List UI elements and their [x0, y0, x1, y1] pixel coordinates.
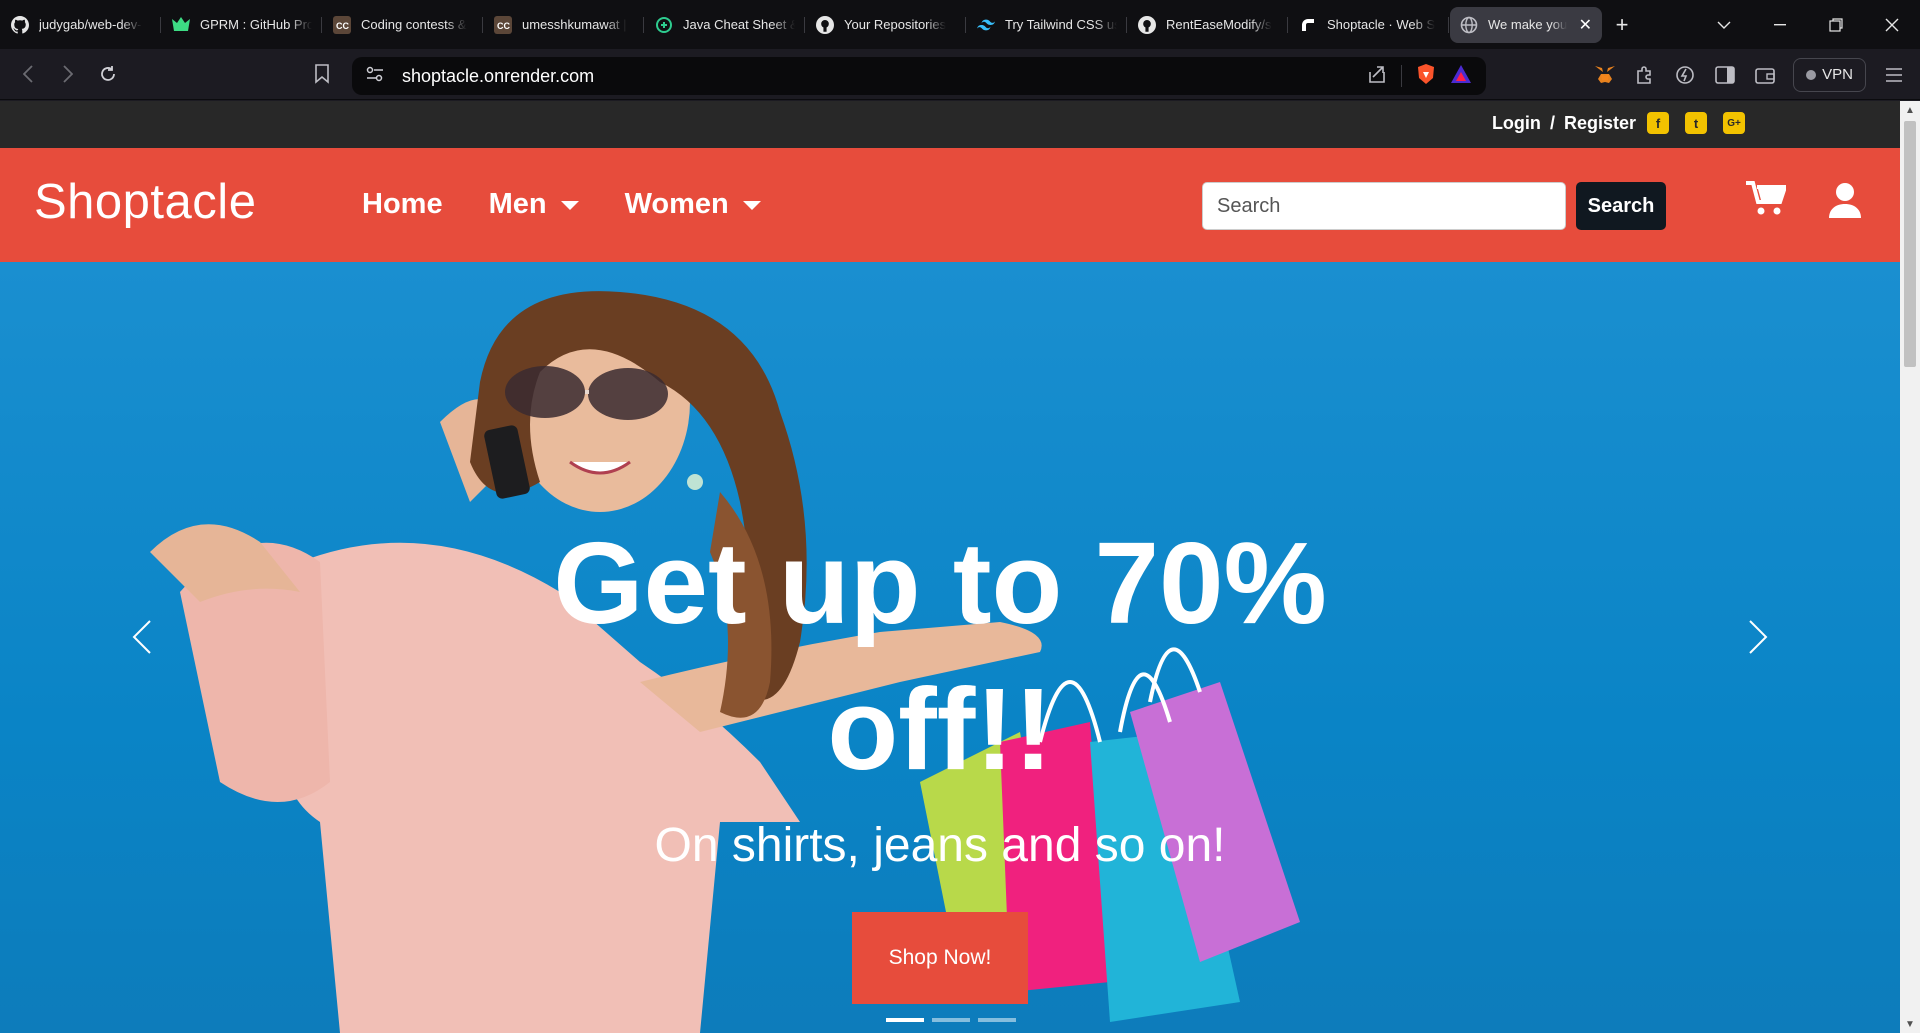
browser-tab[interactable]: Your Repositories [806, 7, 966, 43]
svg-text:CC: CC [497, 21, 510, 31]
github-icon [1138, 15, 1156, 34]
browser-tab[interactable]: CC umesshkumawat | [484, 7, 644, 43]
svg-text:CC: CC [336, 21, 349, 31]
extensions-puzzle-icon[interactable] [1625, 57, 1665, 93]
shop-now-button[interactable]: Shop Now! [852, 912, 1028, 1004]
main-navbar: Shoptacle Home Men Women Search [0, 148, 1900, 262]
codechef-icon: CC [333, 15, 351, 34]
share-icon[interactable] [1367, 64, 1387, 89]
caret-down-icon [742, 201, 761, 210]
vpn-status-icon [1806, 69, 1817, 80]
scrollbar-thumb[interactable] [1904, 121, 1916, 367]
browser-toolbar: shoptacle.onrender.com VPN [0, 49, 1920, 100]
hero-carousel: Get up to 70% off!! On shirts, jeans and… [0, 262, 1900, 1033]
github-icon [11, 15, 29, 34]
reload-icon[interactable] [88, 56, 128, 92]
scroll-up-icon[interactable]: ▲ [1900, 101, 1920, 119]
render-icon [1299, 16, 1317, 34]
browser-tab[interactable]: Java Cheat Sheet & [645, 7, 805, 43]
login-link[interactable]: Login [1492, 113, 1541, 133]
carousel-indicator[interactable] [978, 1018, 1016, 1022]
carousel-indicator[interactable] [886, 1018, 924, 1022]
facebook-icon[interactable]: f [1647, 112, 1669, 134]
url-text[interactable]: shoptacle.onrender.com [402, 66, 594, 87]
wallet-icon[interactable] [1745, 57, 1785, 93]
cart-icon[interactable] [1746, 180, 1788, 221]
hero-subtitle: On shirts, jeans and so on! [654, 819, 1226, 872]
minimize-button[interactable] [1752, 0, 1808, 49]
user-account-icon[interactable] [1829, 182, 1861, 223]
forward-icon[interactable] [48, 56, 88, 92]
browser-tab[interactable]: Try Tailwind CSS us [967, 7, 1127, 43]
vpn-button[interactable]: VPN [1793, 57, 1866, 92]
back-icon[interactable] [8, 56, 48, 92]
metamask-icon[interactable] [1585, 57, 1625, 93]
github-icon [816, 15, 834, 34]
carousel-next-icon[interactable] [1738, 607, 1778, 667]
scroll-down-icon[interactable]: ▼ [1900, 1015, 1920, 1033]
browser-tab[interactable]: Shoptacle · Web S [1289, 7, 1449, 43]
carousel-prev-icon[interactable] [122, 607, 162, 667]
auth-separator: / [1549, 113, 1555, 133]
nav-women-dropdown[interactable]: Women [625, 188, 761, 221]
page-scrollbar[interactable]: ▲ ▼ [1900, 101, 1920, 1033]
search-input[interactable] [1202, 182, 1566, 230]
tailwind-icon [977, 16, 995, 34]
browser-tab[interactable]: RentEaseModify/s [1128, 7, 1288, 43]
brand-logo[interactable]: Shoptacle [34, 174, 256, 230]
window-controls [1696, 0, 1920, 49]
new-tab-button[interactable]: + [1602, 7, 1642, 43]
caret-down-icon [560, 201, 579, 210]
google-plus-icon[interactable]: G+ [1723, 112, 1745, 134]
carousel-indicator[interactable] [932, 1018, 970, 1022]
top-bar: Login / Register f t G+ [0, 101, 1900, 148]
globe-icon [1460, 16, 1478, 34]
social-links: f t G+ [1647, 112, 1745, 134]
brave-shields-icon[interactable] [1416, 63, 1436, 90]
codecademy-icon [655, 16, 673, 34]
sidebar-toggle-icon[interactable] [1705, 57, 1745, 93]
brave-rewards-icon[interactable] [1450, 64, 1472, 89]
register-link[interactable]: Register [1564, 113, 1636, 133]
nav-women-label: Women [624, 188, 729, 220]
codechef-icon: CC [494, 15, 512, 34]
browser-tab-active[interactable]: We make you ✕ [1450, 6, 1602, 43]
menu-icon[interactable] [1874, 57, 1914, 93]
nav-men-label: Men [488, 188, 547, 220]
carousel-indicators [886, 1018, 1016, 1022]
page-viewport: Login / Register f t G+ Shoptacle Home M… [0, 101, 1900, 1033]
close-tab-icon[interactable]: ✕ [1579, 15, 1592, 35]
site-settings-icon[interactable] [366, 66, 384, 87]
bookmark-icon[interactable] [302, 56, 342, 92]
browser-tab[interactable]: CC Coding contests & [323, 7, 483, 43]
vpn-label: VPN [1822, 66, 1853, 83]
browser-tab[interactable]: judygab/web-dev- [1, 7, 161, 43]
twitter-icon[interactable]: t [1685, 112, 1707, 134]
leo-ai-icon[interactable] [1665, 57, 1705, 93]
browser-tab-strip: judygab/web-dev- GPRM : GitHub Pro CC Co… [0, 0, 1920, 49]
gprm-icon [172, 16, 190, 34]
nav-home[interactable]: Home [362, 188, 443, 221]
main-nav: Home Men Women [362, 188, 761, 221]
tab-list-chevron-icon[interactable] [1696, 0, 1752, 49]
browser-tab[interactable]: GPRM : GitHub Pro [162, 7, 322, 43]
search-button[interactable]: Search [1576, 182, 1666, 230]
nav-home-label: Home [362, 188, 443, 220]
address-bar[interactable]: shoptacle.onrender.com [352, 57, 1486, 95]
restore-button[interactable] [1808, 0, 1864, 49]
hero-title: Get up to 70% off!! [553, 518, 1327, 794]
nav-men-dropdown[interactable]: Men [489, 188, 579, 221]
extensions-area: VPN [1585, 49, 1920, 100]
close-window-button[interactable] [1864, 0, 1920, 49]
auth-links: Login / Register [1492, 113, 1636, 134]
